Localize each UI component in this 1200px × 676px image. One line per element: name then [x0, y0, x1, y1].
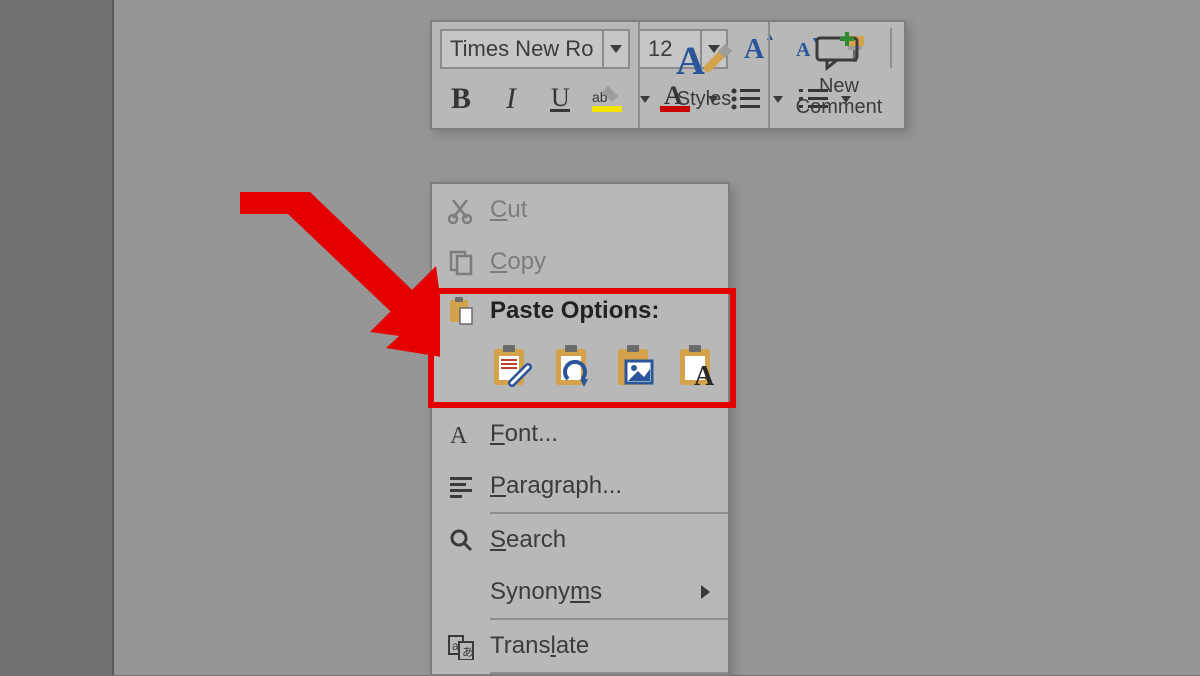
styles-button[interactable]: A Styles — [644, 22, 764, 128]
menu-search[interactable]: Search — [432, 514, 728, 566]
menu-paragraph[interactable]: Paragraph... — [432, 460, 728, 512]
svg-text:A: A — [450, 423, 468, 447]
bold-button[interactable]: B — [440, 78, 482, 120]
menu-cut[interactable]: Cut — [432, 184, 728, 236]
menu-font-label: Font... — [490, 420, 716, 448]
svg-text:A: A — [694, 361, 715, 389]
svg-text:U: U — [551, 83, 570, 112]
paste-icon — [432, 296, 490, 326]
paragraph-icon — [432, 473, 490, 499]
svg-text:あ: あ — [462, 645, 474, 659]
svg-text:A: A — [676, 40, 705, 83]
menu-separator — [490, 672, 728, 674]
new-comment-label: NewComment — [796, 76, 883, 118]
menu-copy[interactable]: Copy — [432, 236, 728, 288]
paste-options-block: Paste Options: — [432, 288, 728, 406]
translate-icon: a あ — [432, 632, 490, 660]
svg-text:a: a — [452, 639, 459, 653]
styles-label: Styles — [677, 88, 731, 111]
font-icon: A — [432, 421, 490, 447]
cut-icon — [432, 196, 490, 224]
submenu-arrow-icon — [701, 585, 710, 599]
paste-text-only[interactable]: A — [676, 338, 722, 394]
menu-translate[interactable]: a あ Translate — [432, 620, 728, 672]
paste-keep-source-formatting[interactable] — [490, 338, 536, 394]
paste-merge-formatting[interactable] — [552, 338, 598, 394]
menu-copy-label: Copy — [490, 248, 716, 276]
menu-synonyms[interactable]: Synonyms — [432, 566, 728, 618]
menu-translate-label: Translate — [490, 632, 716, 660]
mini-toolbar: Times New Ro 12 A A — [430, 20, 906, 130]
paste-picture[interactable] — [614, 338, 660, 394]
menu-cut-label: Cut — [490, 196, 716, 224]
font-name-value: Times New Ro — [442, 36, 602, 62]
font-name-combo[interactable]: Times New Ro — [440, 29, 630, 69]
menu-paragraph-label: Paragraph... — [490, 472, 716, 500]
font-name-dropdown[interactable] — [602, 31, 628, 67]
menu-search-label: Search — [490, 526, 716, 554]
annotation-arrow — [210, 192, 440, 362]
menu-font[interactable]: A Font... — [432, 408, 728, 460]
underline-button[interactable]: U — [540, 78, 582, 120]
context-menu: Cut Copy Paste Options: — [430, 182, 730, 676]
search-icon — [432, 527, 490, 553]
menu-synonyms-label: Synonyms — [490, 578, 701, 606]
copy-icon — [432, 248, 490, 276]
menu-paste-options-header: Paste Options: — [432, 288, 728, 334]
italic-button[interactable]: I — [490, 78, 532, 120]
paste-options-label: Paste Options: — [490, 297, 659, 325]
new-comment-button[interactable]: NewComment — [774, 22, 904, 128]
